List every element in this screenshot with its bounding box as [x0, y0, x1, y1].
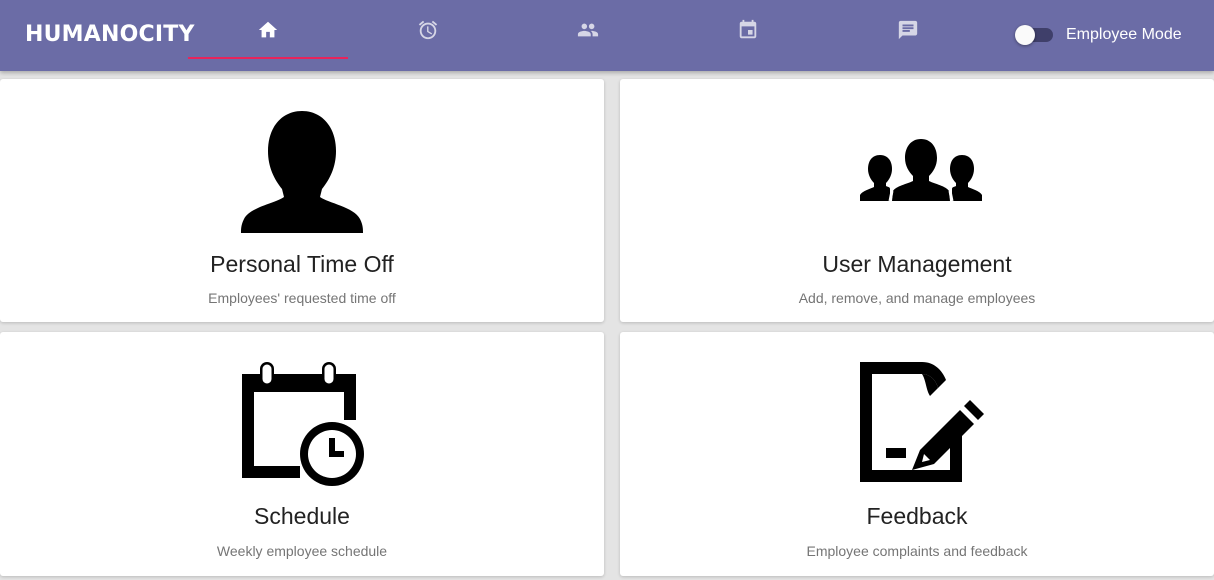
tab-users[interactable] — [508, 0, 668, 60]
brand-logo[interactable]: HUMANOCITY — [25, 22, 195, 47]
people-icon — [577, 23, 599, 37]
person-icon — [240, 111, 364, 233]
card-description: Employee complaints and feedback — [806, 543, 1028, 559]
card-title: User Management — [822, 251, 1012, 277]
card-schedule[interactable]: Schedule Weekly employee schedule — [0, 332, 604, 576]
group-icon — [860, 139, 982, 203]
employee-mode-label[interactable]: Employee Mode — [1066, 26, 1182, 44]
alarm-icon — [418, 20, 438, 40]
card-title: Feedback — [866, 503, 968, 529]
card-title: Schedule — [254, 503, 350, 529]
active-tab-indicator — [188, 57, 348, 59]
card-title: Personal Time Off — [210, 251, 394, 277]
document-edit-icon — [860, 362, 984, 486]
employee-mode-toggle[interactable] — [1015, 25, 1055, 45]
tab-home[interactable] — [188, 0, 348, 60]
card-description: Add, remove, and manage employees — [798, 290, 1036, 306]
app-bar: HUMANOCITY Employee Mode — [0, 0, 1214, 71]
toggle-thumb[interactable] — [1015, 25, 1035, 45]
card-description: Weekly employee schedule — [216, 543, 388, 559]
tab-schedule[interactable] — [668, 0, 828, 60]
home-icon — [258, 21, 278, 38]
calendar-icon — [739, 19, 757, 39]
card-personal-time-off[interactable]: Personal Time Off Employees' requested t… — [0, 79, 604, 322]
card-description: Employees' requested time off — [208, 290, 396, 306]
tab-time-off[interactable] — [348, 0, 508, 60]
tab-feedback[interactable] — [828, 0, 988, 60]
card-user-management[interactable]: User Management Add, remove, and manage … — [620, 79, 1214, 322]
card-feedback[interactable]: Feedback Employee complaints and feedbac… — [620, 332, 1214, 576]
message-icon — [898, 20, 918, 40]
calendar-clock-icon — [240, 362, 364, 486]
